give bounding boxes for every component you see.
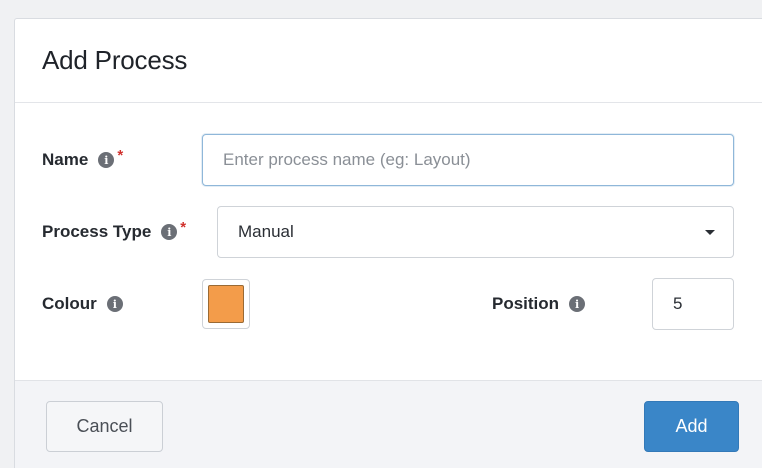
position-label-text: Position xyxy=(492,294,560,313)
colour-picker[interactable] xyxy=(202,279,250,329)
name-label-text: Name xyxy=(42,150,89,169)
add-process-dialog: Add Process Name i * Process Type i * Ma… xyxy=(14,18,762,468)
info-icon[interactable]: i xyxy=(569,296,586,312)
info-icon[interactable]: i xyxy=(106,296,123,312)
process-type-select[interactable]: Manual xyxy=(217,206,734,258)
colour-label: Colour i xyxy=(42,294,123,314)
info-icon[interactable]: i xyxy=(161,224,178,240)
colour-label-text: Colour xyxy=(42,294,97,313)
info-icon[interactable]: i xyxy=(98,152,115,168)
process-type-label-text: Process Type xyxy=(42,222,152,241)
colour-swatch[interactable] xyxy=(208,285,244,323)
position-label: Position i xyxy=(492,294,586,314)
dialog-footer: Cancel Add xyxy=(15,380,762,468)
add-button[interactable]: Add xyxy=(644,401,739,452)
caret-down-icon xyxy=(705,230,715,235)
dialog-header: Add Process xyxy=(15,19,762,103)
position-input[interactable] xyxy=(652,278,734,330)
required-marker: * xyxy=(180,218,187,236)
process-type-selected-value: Manual xyxy=(238,222,294,241)
dialog-title: Add Process xyxy=(42,45,188,75)
name-label: Name i * xyxy=(42,146,124,170)
required-marker: * xyxy=(117,146,124,164)
cancel-button[interactable]: Cancel xyxy=(46,401,163,452)
process-name-input[interactable] xyxy=(202,134,734,186)
process-type-label: Process Type i * xyxy=(42,218,187,242)
